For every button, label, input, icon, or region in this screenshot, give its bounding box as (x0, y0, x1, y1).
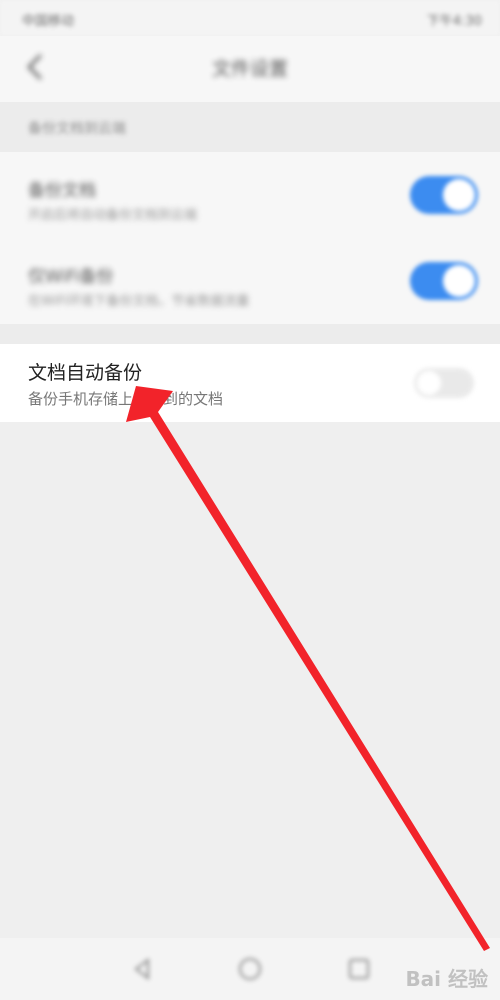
backup-toggle[interactable] (410, 176, 478, 214)
auto-backup-toggle[interactable] (414, 368, 474, 398)
setting-subtitle: 开启后将自动备份文档到云端 (28, 208, 198, 223)
nav-home-icon[interactable] (235, 954, 265, 984)
setting-title: 备份文档 (28, 181, 96, 201)
header: 文件设置 (0, 36, 500, 102)
status-bar: 中国移动 下午4:30 (0, 0, 500, 36)
carrier-text: 中国移动 (22, 14, 75, 29)
section-caption-text: 备份文档到云端 (28, 121, 126, 137)
clock-text: 下午4:30 (426, 14, 482, 29)
page-title: 文件设置 (211, 58, 288, 80)
settings-group: 备份文档 开启后将自动备份文档到云端 仅WiFi备份 在WiFi环境下备份文档，… (0, 152, 500, 324)
wifi-only-toggle[interactable] (410, 262, 478, 300)
watermark-text: Bai 经验 (405, 967, 488, 991)
auto-backup-title: 文档自动备份 (28, 362, 143, 384)
setting-row-wifi[interactable]: 仅WiFi备份 在WiFi环境下备份文档，节省数据流量 (0, 238, 500, 324)
section-caption: 备份文档到云端 (0, 102, 500, 152)
auto-backup-subtitle: 备份手机存储上扫描到的文档 (28, 390, 224, 408)
nav-back-icon[interactable] (128, 954, 158, 984)
section-divider (0, 324, 500, 344)
setting-row-backup[interactable]: 备份文档 开启后将自动备份文档到云端 (0, 152, 500, 238)
nav-recent-icon[interactable] (344, 954, 374, 984)
setting-subtitle: 在WiFi环境下备份文档，节省数据流量 (28, 294, 250, 309)
setting-row-auto-backup[interactable]: 文档自动备份 备份手机存储上扫描到的文档 (0, 344, 500, 422)
setting-title: 仅WiFi备份 (28, 267, 114, 287)
